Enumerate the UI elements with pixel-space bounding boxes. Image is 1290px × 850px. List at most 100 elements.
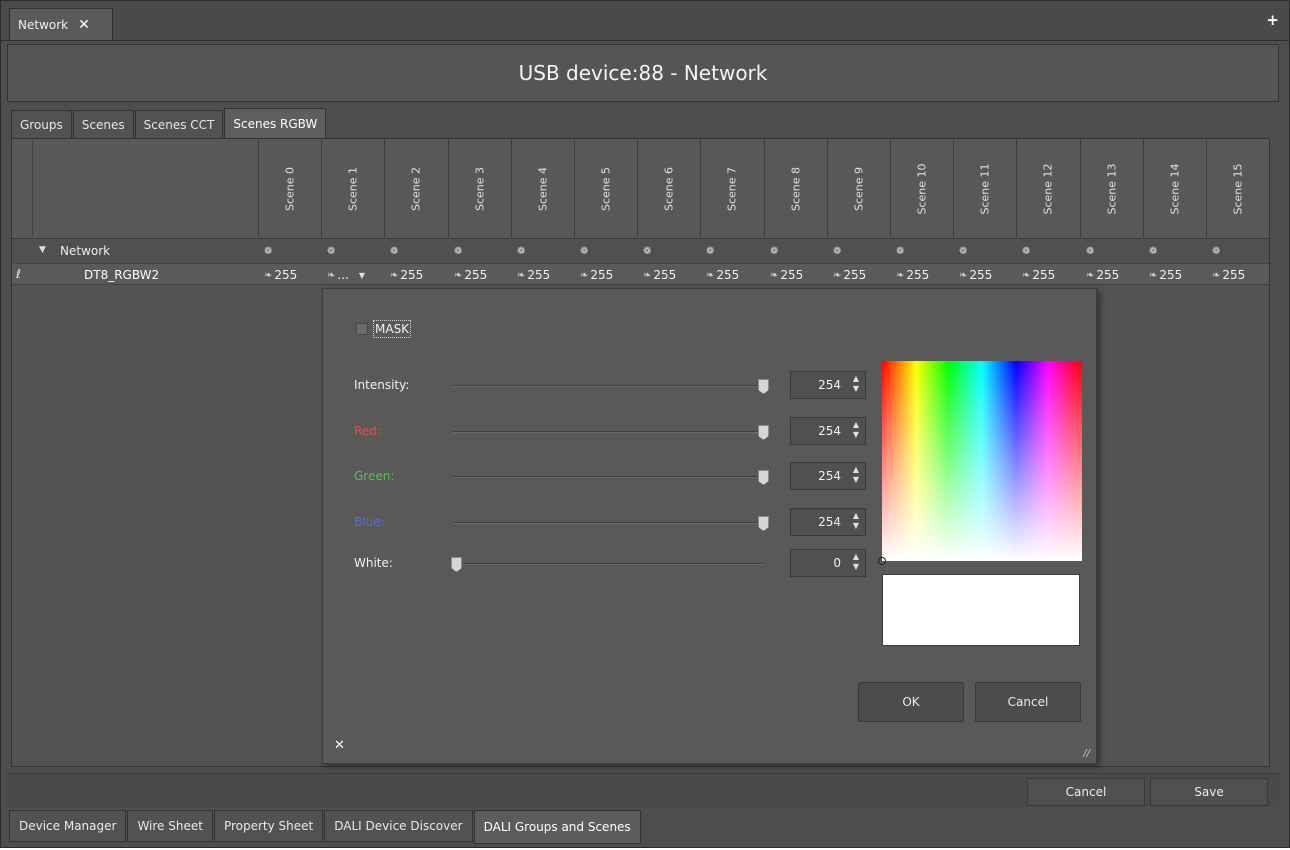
scene-value-cell[interactable]: ❧ 255 <box>574 264 637 286</box>
value-stepper[interactable]: 0 ▲ ▼ <box>790 549 866 577</box>
group-scene-cell[interactable]: ❁ <box>637 240 700 262</box>
column-header[interactable]: Scene 5 <box>574 139 637 239</box>
scene-value-cell[interactable]: ❧ 255 <box>700 264 763 286</box>
scene-value-cell[interactable]: ❧ 255 <box>953 264 1016 286</box>
value-stepper[interactable]: 254 ▲ ▼ <box>790 371 866 399</box>
group-scene-cell[interactable]: ❁ <box>1080 240 1143 262</box>
scene-value-cell[interactable]: ❧ 255 <box>764 264 827 286</box>
scene-value-cell[interactable]: ❧ 255 <box>827 264 890 286</box>
group-scene-cell[interactable]: ❁ <box>700 240 763 262</box>
column-header[interactable]: Scene 8 <box>764 139 827 239</box>
group-scene-cell[interactable]: ❁ <box>1206 240 1269 262</box>
tab-groups[interactable]: Groups <box>11 110 72 138</box>
column-header[interactable]: Scene 3 <box>448 139 511 239</box>
column-header[interactable]: Scene 14 <box>1143 139 1206 239</box>
tab-scenes[interactable]: Scenes <box>72 110 134 138</box>
value-stepper[interactable]: 254 ▲ ▼ <box>790 508 866 536</box>
column-header[interactable]: Scene 10 <box>890 139 953 239</box>
column-header[interactable]: Scene 13 <box>1080 139 1143 239</box>
tab-network[interactable]: Network ✕ <box>9 8 113 40</box>
group-scene-cell[interactable]: ❁ <box>511 240 574 262</box>
cancel-button[interactable]: Cancel <box>1027 778 1145 806</box>
tab-dali-device-discover[interactable]: DALI Device Discover <box>324 810 473 842</box>
stepper-arrows[interactable]: ▲ ▼ <box>853 374 859 394</box>
chevron-up-icon[interactable]: ▲ <box>853 511 859 521</box>
stepper-arrows[interactable]: ▲ ▼ <box>853 465 859 485</box>
tab-scenes-rgbw[interactable]: Scenes RGBW <box>224 108 327 138</box>
chevron-up-icon[interactable]: ▲ <box>853 420 859 430</box>
slider-thumb[interactable] <box>758 516 769 531</box>
mask-checkbox-row[interactable]: MASK <box>356 320 412 338</box>
add-tab-icon[interactable]: + <box>1266 13 1279 28</box>
group-scene-cell[interactable]: ❁ <box>574 240 637 262</box>
stepper-arrows[interactable]: ▲ ▼ <box>853 552 859 572</box>
stepper-value[interactable]: 254 <box>818 424 841 438</box>
scene-value-cell[interactable]: ❧ 255 <box>258 264 321 286</box>
mask-label[interactable]: MASK <box>373 320 412 338</box>
slider-track[interactable] <box>453 431 763 433</box>
chevron-down-icon[interactable]: ▼ <box>853 475 859 485</box>
group-scene-cell[interactable]: ❁ <box>384 240 447 262</box>
mask-checkbox[interactable] <box>356 323 368 335</box>
chevron-down-icon[interactable]: ▼ <box>853 430 859 440</box>
tab-dali-groups-and-scenes[interactable]: DALI Groups and Scenes <box>473 810 641 844</box>
value-stepper[interactable]: 254 ▲ ▼ <box>790 417 866 445</box>
tab-scenes-cct[interactable]: Scenes CCT <box>134 110 224 138</box>
column-header[interactable]: Scene 0 <box>258 139 321 239</box>
group-scene-cell[interactable]: ❁ <box>827 240 890 262</box>
column-header[interactable]: Scene 9 <box>827 139 890 239</box>
ok-button[interactable]: OK <box>858 682 964 722</box>
picker-cursor[interactable] <box>878 557 886 565</box>
group-scene-cell[interactable]: ❁ <box>258 240 321 262</box>
stepper-arrows[interactable]: ▲ ▼ <box>853 420 859 440</box>
expand-arrow-icon[interactable]: ▼ <box>39 245 46 255</box>
slider-track[interactable] <box>453 476 763 478</box>
color-picker-field[interactable] <box>878 361 1082 565</box>
close-icon[interactable]: ✕ <box>78 18 90 32</box>
slider-thumb[interactable] <box>758 470 769 485</box>
save-button[interactable]: Save <box>1150 778 1268 806</box>
chevron-up-icon[interactable]: ▲ <box>853 374 859 384</box>
stepper-arrows[interactable]: ▲ ▼ <box>853 511 859 531</box>
scene-value-cell[interactable]: ❧ 255 <box>890 264 953 286</box>
group-scene-cell[interactable]: ❁ <box>764 240 827 262</box>
chevron-down-icon[interactable]: ▼ <box>853 521 859 531</box>
chevron-up-icon[interactable]: ▲ <box>853 552 859 562</box>
chevron-down-icon[interactable]: ▼ <box>359 271 365 280</box>
slider-track[interactable] <box>453 563 763 565</box>
tab-wire-sheet[interactable]: Wire Sheet <box>127 810 213 842</box>
scene-value-cell[interactable]: ❧ 255 <box>384 264 447 286</box>
stepper-value[interactable]: 0 <box>833 556 841 570</box>
scene-value-cell[interactable]: ❧ 255 <box>448 264 511 286</box>
popup-cancel-button[interactable]: Cancel <box>975 682 1081 722</box>
resize-grip-icon[interactable]: // <box>1083 748 1090 759</box>
column-header[interactable]: Scene 4 <box>511 139 574 239</box>
slider-track[interactable] <box>453 522 763 524</box>
edit-icon[interactable]: ℓ <box>16 267 21 281</box>
column-header[interactable]: Scene 6 <box>637 139 700 239</box>
group-scene-cell[interactable]: ❁ <box>1016 240 1079 262</box>
column-header[interactable]: Scene 7 <box>700 139 763 239</box>
scene-value-cell[interactable]: ❧ 255 <box>1016 264 1079 286</box>
stepper-value[interactable]: 254 <box>818 515 841 529</box>
slider-track[interactable] <box>453 385 763 387</box>
column-header[interactable]: Scene 12 <box>1016 139 1079 239</box>
chevron-down-icon[interactable]: ▼ <box>853 384 859 394</box>
tab-property-sheet[interactable]: Property Sheet <box>213 810 324 842</box>
tab-device-manager[interactable]: Device Manager <box>9 810 127 842</box>
group-scene-cell[interactable]: ❁ <box>953 240 1016 262</box>
chevron-up-icon[interactable]: ▲ <box>853 465 859 475</box>
close-icon[interactable]: ✕ <box>334 738 345 753</box>
column-header[interactable]: Scene 15 <box>1206 139 1269 239</box>
scene-value-cell[interactable]: ❧ 255 <box>1080 264 1143 286</box>
scene-value-cell[interactable]: ❧ 255 <box>511 264 574 286</box>
group-scene-cell[interactable]: ❁ <box>448 240 511 262</box>
group-scene-cell[interactable]: ❁ <box>1143 240 1206 262</box>
group-row-network[interactable]: ▼ Network ❁ ❁ ❁ ❁ ❁ ❁ ❁ ❁ ❁ ❁ ❁ ❁ ❁ ❁ ❁ ❁ <box>12 240 1269 262</box>
column-header[interactable]: Scene 1 <box>321 139 384 239</box>
column-header[interactable]: Scene 2 <box>384 139 447 239</box>
chevron-down-icon[interactable]: ▼ <box>853 562 859 572</box>
stepper-value[interactable]: 254 <box>818 469 841 483</box>
scene-value-cell[interactable]: ❧ 255 <box>1206 264 1269 286</box>
slider-thumb[interactable] <box>758 379 769 394</box>
